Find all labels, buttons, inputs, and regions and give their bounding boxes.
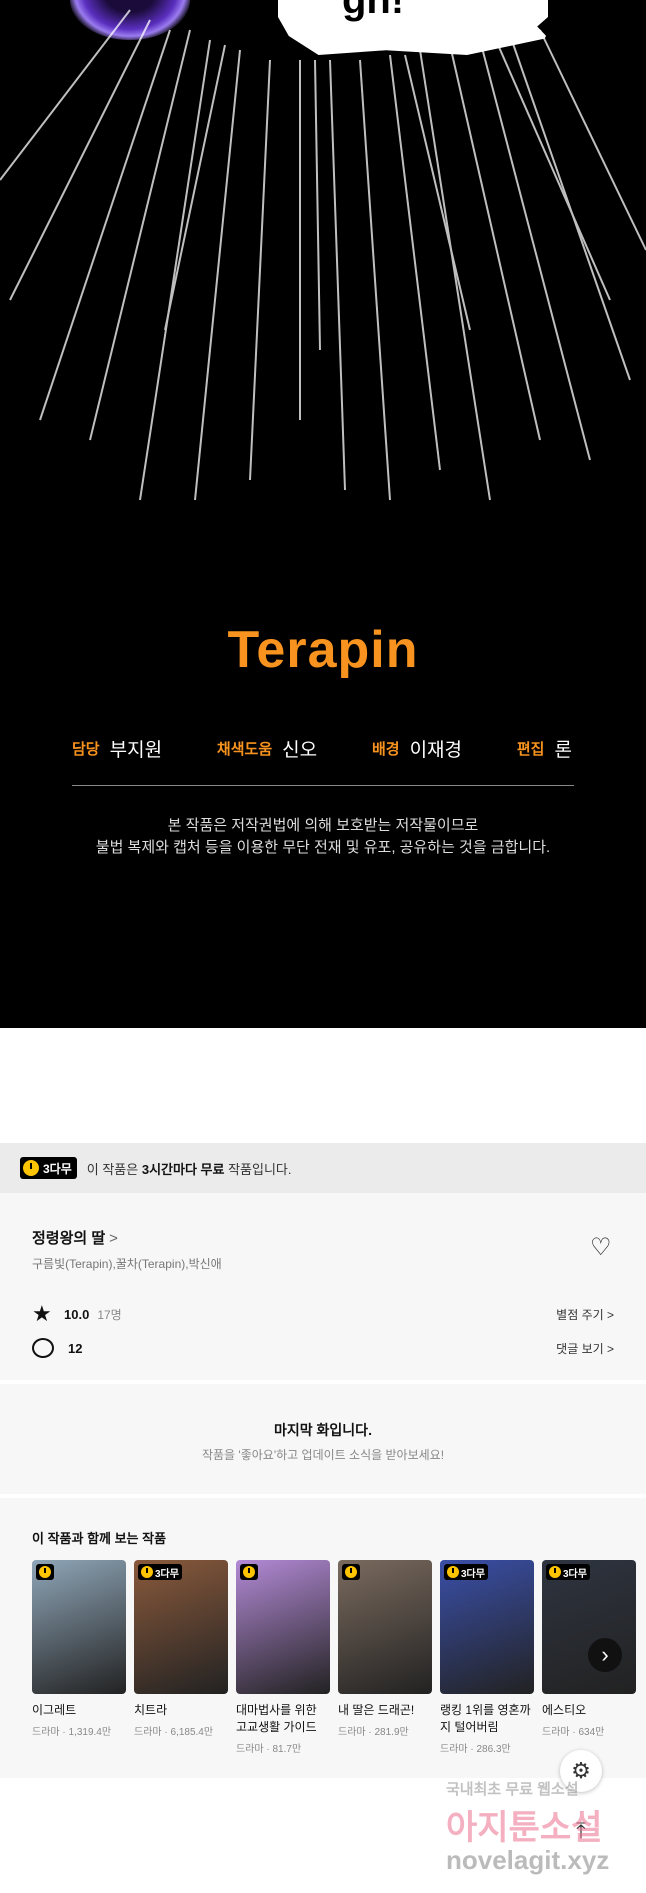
- card-title: 에스티오: [542, 1703, 587, 1717]
- banner-text-bold: 3시간마다 무료: [141, 1161, 225, 1177]
- watermark-line-1: 국내최초 무료 웹소설: [446, 1781, 579, 1798]
- work-info-panel: 정령왕의 딸 > 구름빛(Terapin),꿀차(Terapin),박신애 ♡ ★…: [0, 1193, 646, 1380]
- card-meta: 드라마 · 1,319.4만: [32, 1727, 112, 1738]
- comic-final-panel: gh! Terapin 담당 부지원 채색도움 신오 배경 이재경 편집 론 본 작품은…: [0, 0, 646, 1028]
- credit-item: 채색도움 신오: [217, 735, 317, 762]
- clock-icon: [345, 1566, 357, 1578]
- clock-icon: [141, 1566, 153, 1578]
- credits-divider: [72, 785, 574, 786]
- rating-value: 10.0: [64, 1306, 90, 1322]
- card-meta: 드라마 · 281.9만: [338, 1727, 409, 1738]
- credit-item: 편집 론: [517, 735, 572, 762]
- badge-label: 3다무: [461, 1568, 485, 1580]
- card-title: 이그레트: [32, 1703, 77, 1717]
- badge-label: 3다무: [155, 1568, 179, 1580]
- copyright-line-2: 불법 복제와 캡처 등을 이용한 무단 전재 및 유포, 공유하는 것을 금합니…: [95, 839, 551, 856]
- cover-image: [32, 1560, 126, 1694]
- last-episode-subtitle: 작품을 '좋아요'하고 업데이트 소식을 받아보세요!: [201, 1448, 445, 1462]
- speech-bubble-text: gh!: [342, 0, 405, 22]
- wait-free-badge: 3다무: [444, 1564, 488, 1580]
- chevron-right-icon: >: [109, 1230, 118, 1247]
- clock-icon: [23, 1160, 39, 1176]
- work-title: 정령왕의 딸: [32, 1230, 106, 1247]
- credit-name: 신오: [282, 740, 318, 761]
- rating-row: ★ 10.0 17명 별점 주기 >: [32, 1301, 614, 1327]
- recommendation-list: 이그레트 드라마 · 1,319.4만 3다무 치트라 드라마 · 6,185.4만 대마…: [32, 1560, 636, 1755]
- credit-item: 담당 부지원: [72, 735, 162, 762]
- badge-label: 3다무: [563, 1568, 587, 1580]
- watermark-line-3: novelagit.xyz: [446, 1845, 610, 1875]
- card-meta: 드라마 · 81.7만: [236, 1744, 302, 1755]
- star-icon: ★: [32, 1301, 52, 1326]
- wait-free-badge: [240, 1564, 258, 1580]
- chevron-right-icon[interactable]: ›: [588, 1638, 622, 1672]
- cover-image: [236, 1560, 330, 1694]
- wait-free-badge: 3다무: [138, 1564, 182, 1580]
- credit-name: 이재경: [409, 740, 463, 761]
- card-title: 랭킹 1위를 영혼까지 털어버림: [440, 1703, 531, 1734]
- card-meta: 드라마 · 6,185.4만: [134, 1727, 214, 1738]
- card-meta: 드라마 · 634만: [542, 1727, 605, 1738]
- cover-image: 3다무: [542, 1560, 636, 1694]
- clock-icon: [39, 1566, 51, 1578]
- cover-image: 3다무: [440, 1560, 534, 1694]
- recommendation-card[interactable]: 내 딸은 드래곤! 드라마 · 281.9만: [338, 1560, 432, 1755]
- heart-icon[interactable]: ♡: [590, 1233, 612, 1262]
- wait-free-badge: [36, 1564, 54, 1580]
- rate-button[interactable]: 별점 주기 >: [556, 1306, 614, 1323]
- credit-name: 론: [554, 740, 572, 761]
- credit-role: 담당: [72, 741, 100, 758]
- cover-image: 3다무: [134, 1560, 228, 1694]
- wait-free-badge: 3다무: [20, 1157, 77, 1179]
- banner-text: 이 작품은 3시간마다 무료 작품입니다.: [87, 1159, 292, 1178]
- speed-lines-illustration: [0, 9, 646, 501]
- credit-role: 배경: [371, 741, 400, 758]
- recommendation-card[interactable]: 대마법사를 위한 고교생활 가이드드라마 · 81.7만: [236, 1560, 330, 1755]
- clock-icon: [549, 1566, 561, 1578]
- credit-item: 배경 이재경: [372, 735, 462, 762]
- free-every-3h-banner: 3다무 이 작품은 3시간마다 무료 작품입니다.: [0, 1143, 646, 1193]
- card-title: 치트라: [134, 1703, 168, 1717]
- comment-count: 12: [68, 1340, 83, 1356]
- badge-label: 3다무: [43, 1161, 72, 1176]
- card-meta: 드라마 · 286.3만: [440, 1744, 511, 1755]
- banner-text-prefix: 이 작품은: [86, 1161, 142, 1177]
- copyright-line-1: 본 작품은 저작권법에 의해 보호받는 저작물이므로: [167, 817, 479, 834]
- credits-row: 담당 부지원 채색도움 신오 배경 이재경 편집 론: [72, 735, 572, 762]
- wait-free-badge: 3다무: [546, 1564, 590, 1580]
- clock-icon: [447, 1566, 459, 1578]
- clock-icon: [243, 1566, 255, 1578]
- comment-row: 12 댓글 보기 >: [32, 1338, 614, 1358]
- work-authors: 구름빛(Terapin),꿀차(Terapin),박신애: [32, 1257, 222, 1271]
- banner-text-suffix: 작품입니다.: [224, 1161, 292, 1177]
- last-episode-title: 마지막 화입니다.: [274, 1422, 372, 1438]
- view-comments-button[interactable]: 댓글 보기 >: [556, 1340, 614, 1357]
- card-title: 대마법사를 위한 고교생활 가이드: [236, 1703, 317, 1734]
- last-episode-panel: 마지막 화입니다. 작품을 '좋아요'하고 업데이트 소식을 받아보세요!: [0, 1384, 646, 1494]
- comment-icon: [32, 1338, 54, 1358]
- cover-image: [338, 1560, 432, 1694]
- watermark-line-2: 아지툰소설: [446, 1809, 603, 1847]
- rating-count: 17명: [97, 1307, 122, 1322]
- credit-name: 부지원: [109, 740, 163, 761]
- credit-role: 채색도움: [216, 741, 273, 758]
- credit-role: 편집: [516, 741, 545, 758]
- wait-free-badge: [342, 1564, 360, 1580]
- publisher-logo: Terapin: [227, 621, 419, 679]
- recommendations-section: 이 작품과 함께 보는 작품 이그레트 드라마 · 1,319.4만 3다무 치트라 드…: [0, 1498, 646, 1778]
- recommendation-card[interactable]: 이그레트드라마 · 1,319.4만: [32, 1560, 126, 1755]
- work-title-link[interactable]: 정령왕의 딸 >: [32, 1227, 118, 1248]
- recommendation-card[interactable]: 3다무랭킹 1위를 영혼까지 털어버림드라마 · 286.3만: [440, 1560, 534, 1755]
- card-title: 내 딸은 드래곤!: [338, 1703, 415, 1717]
- copyright-notice: 본 작품은 저작권법에 의해 보호받는 저작물이므로 불법 복제와 캡처 등을 …: [0, 815, 646, 859]
- recommendations-heading: 이 작품과 함께 보는 작품: [32, 1531, 167, 1546]
- recommendation-card[interactable]: 3다무치트라드라마 · 6,185.4만: [134, 1560, 228, 1755]
